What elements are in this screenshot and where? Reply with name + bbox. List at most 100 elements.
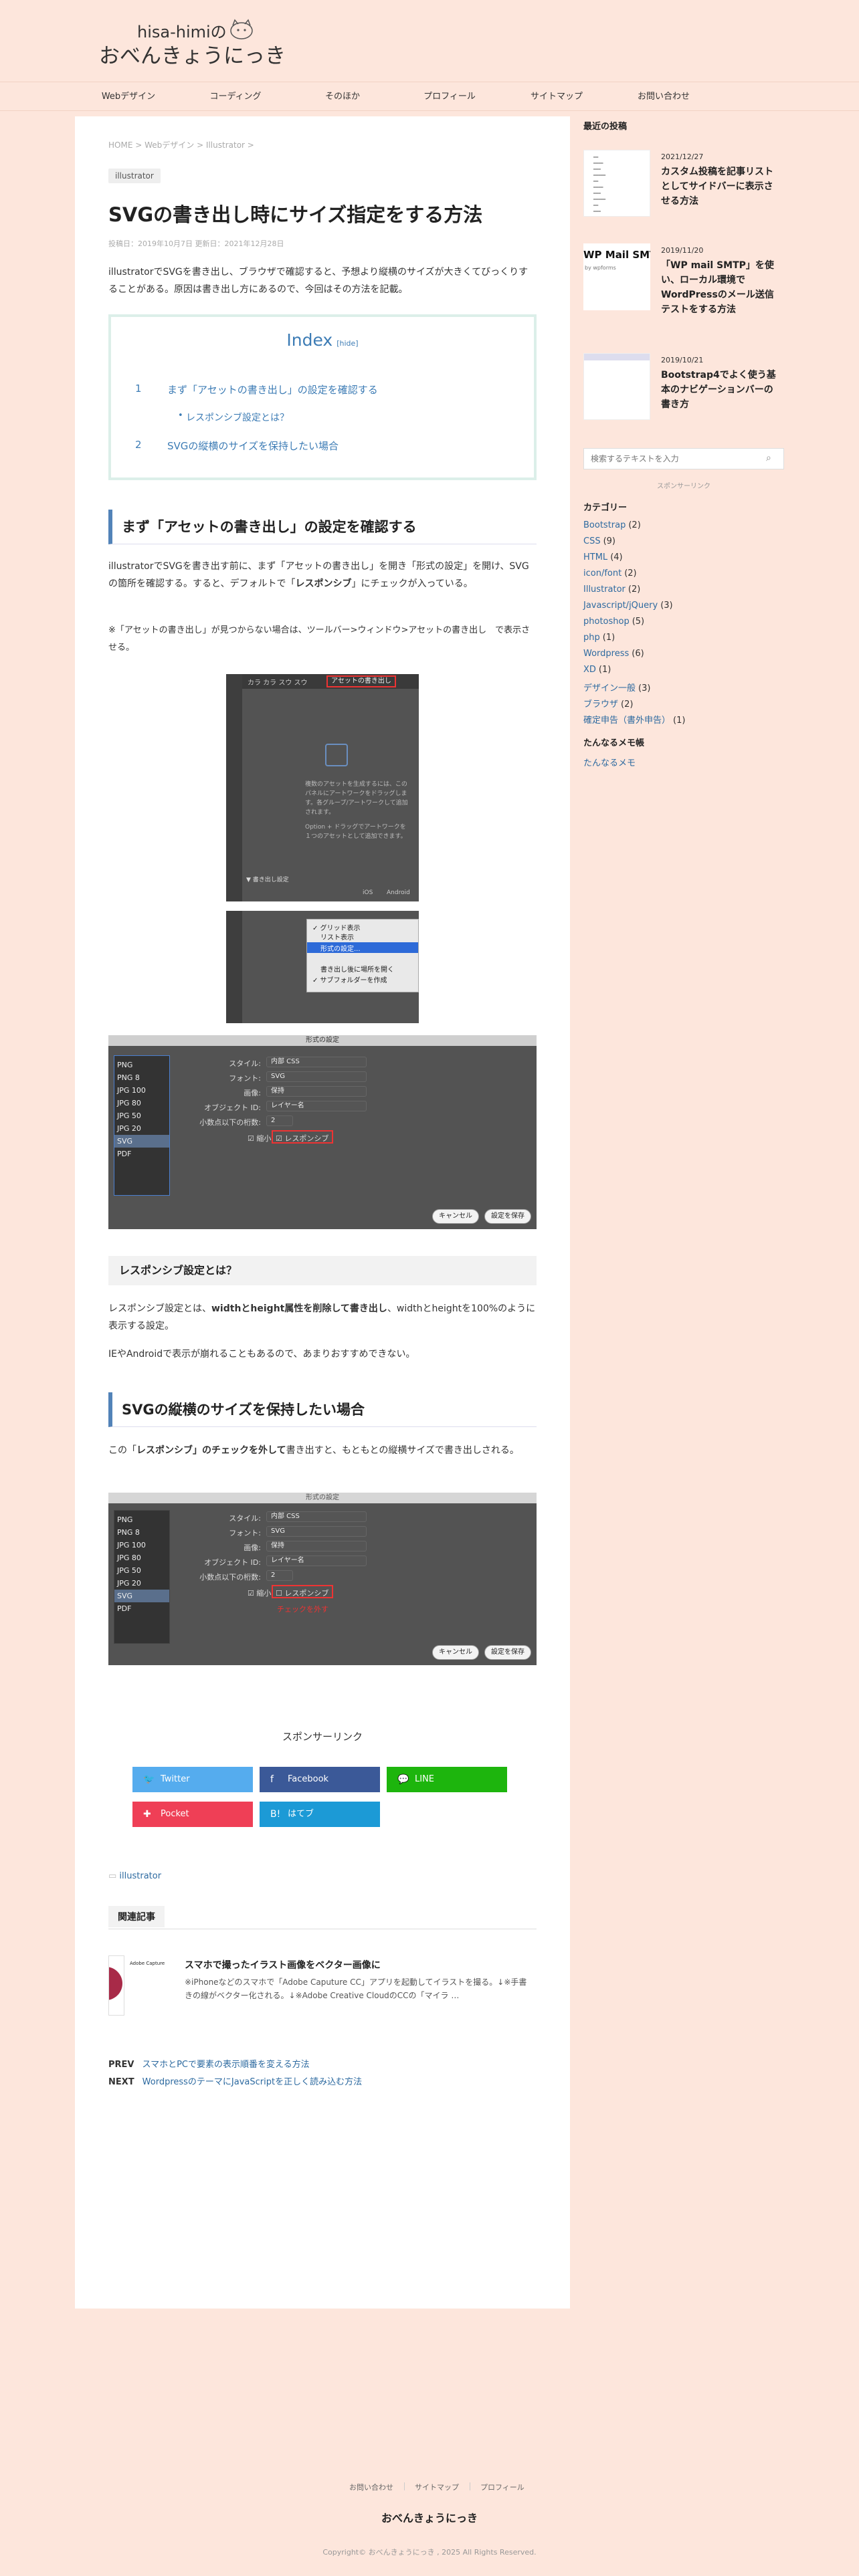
share-line-button[interactable]: 💬 LINE <box>387 1767 507 1792</box>
category-item: php (1) <box>583 633 615 643</box>
toc-title: Index [hide] <box>286 330 359 350</box>
category-item: XD (1) <box>583 665 611 675</box>
note-text: ※「アセットの書き出し」が見つからない場合は、ツールバー>ウィンドウ>アセットの… <box>108 625 531 653</box>
tag-link[interactable]: illustrator <box>119 1871 161 1881</box>
footer-site-title[interactable]: おべんきょうにっき <box>0 2509 859 2525</box>
recent-post-link-1[interactable]: カスタム投稿を記事リストとしてサイドバーに表示させる方法 <box>661 165 781 209</box>
site-header: hisa-himiの おべんきょうにっき <box>0 0 859 82</box>
category-link[interactable]: Illustrator <box>583 584 626 595</box>
category-link[interactable]: icon/font <box>583 568 622 578</box>
category-item: CSS (9) <box>583 536 615 546</box>
recent-post-link-2[interactable]: 「WP mail SMTP」を使い、ローカル環境でWordPressのメール送信… <box>661 258 781 317</box>
facebook-icon: f <box>270 1774 274 1785</box>
cat-logo-icon <box>230 19 253 39</box>
table-of-contents: Index [hide] 1 まず「アセットの書き出し」の設定を確認する • レス… <box>108 314 537 480</box>
share-facebook-button[interactable]: f Facebook <box>260 1767 380 1792</box>
memo-link[interactable]: たんなるメモ <box>583 756 636 768</box>
toc-num: 2 <box>135 439 142 451</box>
category-link[interactable]: php <box>583 633 600 643</box>
category-item: photoshop (5) <box>583 617 644 627</box>
category-count: (3) <box>660 601 673 611</box>
page-title: SVGの書き出し時にサイズ指定をする方法 <box>108 203 483 226</box>
related-post-title[interactable]: スマホで撮ったイラスト画像をベクター画像に <box>185 1958 381 1971</box>
body-text: illustratorでSVGを書き出す前に、まず「アセットの書き出し」を開き「… <box>108 561 529 589</box>
nav-other[interactable]: そのほか <box>296 82 389 112</box>
line-icon: 💬 <box>397 1774 409 1785</box>
prev-post: PREV スマホとPCで要素の表示順番を変える方法 <box>108 2060 310 2070</box>
category-count: (2) <box>624 568 637 578</box>
category-link[interactable]: Wordpress <box>583 649 629 659</box>
category-count: (2) <box>628 520 641 530</box>
hatena-icon: B! <box>270 1809 281 1820</box>
category-count: (1) <box>673 716 686 726</box>
nav-coding[interactable]: コーディング <box>189 82 282 112</box>
toc-hide-link[interactable]: [hide] <box>337 339 358 348</box>
share-pocket-button[interactable]: ✚ Pocket <box>132 1802 253 1827</box>
category-link[interactable]: ブラウザ <box>583 700 618 710</box>
search-input[interactable] <box>584 449 758 469</box>
toc-num: 1 <box>135 383 142 395</box>
format-settings-screenshot: 形式の設定 PNG PNG 8 JPG 100 JPG 80 JPG 50 JPG 20 S… <box>108 1035 537 1229</box>
category-count: (2) <box>621 700 634 710</box>
footer-profile-link[interactable]: プロフィール <box>480 2482 524 2492</box>
category-badge[interactable]: illustrator <box>108 169 161 183</box>
share-twitter-button[interactable]: 🐦 Twitter <box>132 1767 253 1792</box>
format-list: PNG PNG 8 JPG 100 JPG 80 JPG 50 JPG 20 SVG PDF <box>114 1059 169 1160</box>
footer-contact-link[interactable]: お問い合わせ <box>349 2482 393 2492</box>
twitter-icon: 🐦 <box>143 1774 155 1785</box>
category-link[interactable]: Bootstrap <box>583 520 626 530</box>
nav-webdesign[interactable]: Webデザイン <box>82 82 175 112</box>
drop-icon <box>325 744 348 766</box>
intro-text: illustratorでSVGを書き出し、ブラウザで確認すると、予想より縦横のサ… <box>108 267 529 295</box>
copyright: Copyright© おべんきょうにっき , 2025 All Rights R… <box>322 2548 537 2557</box>
post-tag: ▭ illustrator <box>108 1871 161 1881</box>
category-link[interactable]: 確定申告（書外申告） <box>583 716 670 726</box>
related-post-excerpt: ※iPhoneなどのスマホで「Adobe Caputure CC」アプリを起動し… <box>185 1977 527 2000</box>
category-link[interactable]: HTML <box>583 552 607 562</box>
breadcrumb[interactable]: HOME > Webデザイン > Illustrator > <box>108 139 254 150</box>
section-heading-2: SVGの縦横のサイズを保持したい場合 <box>108 1392 537 1427</box>
category-link[interactable]: デザイン一般 <box>583 683 636 693</box>
category-item: icon/font (2) <box>583 568 637 578</box>
recent-post-thumbnail[interactable]: ━━ ━━━━ ━━━ ━━━━━ ━━ ━━━━ ━━━ ━━━━━ ━━ ━━━ <box>583 150 650 217</box>
category-link[interactable]: Javascript/jQuery <box>583 601 658 611</box>
category-item: デザイン一般 (3) <box>583 681 650 693</box>
format-settings-unchecked-screenshot: 形式の設定 PNG PNG 8 JPG 100 JPG 80 JPG 50 JPG 20 S… <box>108 1493 537 1665</box>
recent-post-link-3[interactable]: Bootstrap4でよく使う基本のナビゲーションバーの書き方 <box>661 368 781 412</box>
nav-profile[interactable]: プロフィール <box>403 82 496 112</box>
site-title-bottom[interactable]: おべんきょうにっき <box>99 39 286 69</box>
sidebar-sponsor-label: スポンサーリンク <box>657 483 710 490</box>
category-link[interactable]: CSS <box>583 536 601 546</box>
category-link[interactable]: photoshop <box>583 617 630 627</box>
category-title: カテゴリー <box>583 503 628 513</box>
toc-link-1-1[interactable]: レスポンシブ設定とは？ <box>186 411 289 424</box>
sponsor-label: スポンサーリンク <box>282 1731 363 1743</box>
toc-link-2[interactable]: SVGの縦横のサイズを保持したい場合 <box>167 439 339 453</box>
category-item: Bootstrap (2) <box>583 520 641 530</box>
share-hatena-button[interactable]: B! はてブ <box>260 1802 380 1827</box>
menu-screenshot: ✓ グリッド表示 リスト表示 形式の設定... 書き出し後に場所を開く ✓ サブ… <box>226 911 419 1023</box>
related-heading: 関連記事 <box>108 1906 165 1927</box>
memo-title: たんなるメモ帳 <box>583 738 645 748</box>
category-item: Javascript/jQuery (3) <box>583 601 673 611</box>
asset-panel-screenshot: カラ カラ スウ スウ アセットの書き出し 複数のアセットを生成するには、このパ… <box>226 674 419 901</box>
next-post-link[interactable]: WordpressのテーマにJavaScriptを正しく読み込む方法 <box>142 2077 362 2087</box>
toc-link-1[interactable]: まず「アセットの書き出し」の設定を確認する <box>167 383 378 397</box>
footer-sitemap-link[interactable]: サイトマップ <box>415 2482 459 2492</box>
recent-posts-title: 最近の投稿 <box>583 122 628 132</box>
category-item: ブラウザ (2) <box>583 697 633 710</box>
prev-post-link[interactable]: スマホとPCで要素の表示順番を変える方法 <box>142 2060 309 2070</box>
global-nav: Webデザイン コーディング そのほか プロフィール サイトマップ お問い合わせ <box>0 82 859 111</box>
body-text: IEやAndroidで表示が崩れることもあるので、あまりおすすめできない。 <box>108 1349 415 1360</box>
category-item: Wordpress (6) <box>583 649 644 659</box>
category-count: (1) <box>602 633 615 643</box>
category-item: Illustrator (2) <box>583 584 640 595</box>
recent-post-thumbnail[interactable]: WP Mail SMTP by wpforms <box>583 243 650 310</box>
nav-contact[interactable]: お問い合わせ <box>617 82 710 112</box>
recent-post-thumbnail[interactable] <box>583 353 650 420</box>
article-main: HOME > Webデザイン > Illustrator > illustrat… <box>75 116 570 2309</box>
search-icon[interactable]: ⌕ <box>766 453 771 463</box>
category-link[interactable]: XD <box>583 665 596 675</box>
nav-sitemap[interactable]: サイトマップ <box>510 82 603 112</box>
category-count: (9) <box>603 536 616 546</box>
